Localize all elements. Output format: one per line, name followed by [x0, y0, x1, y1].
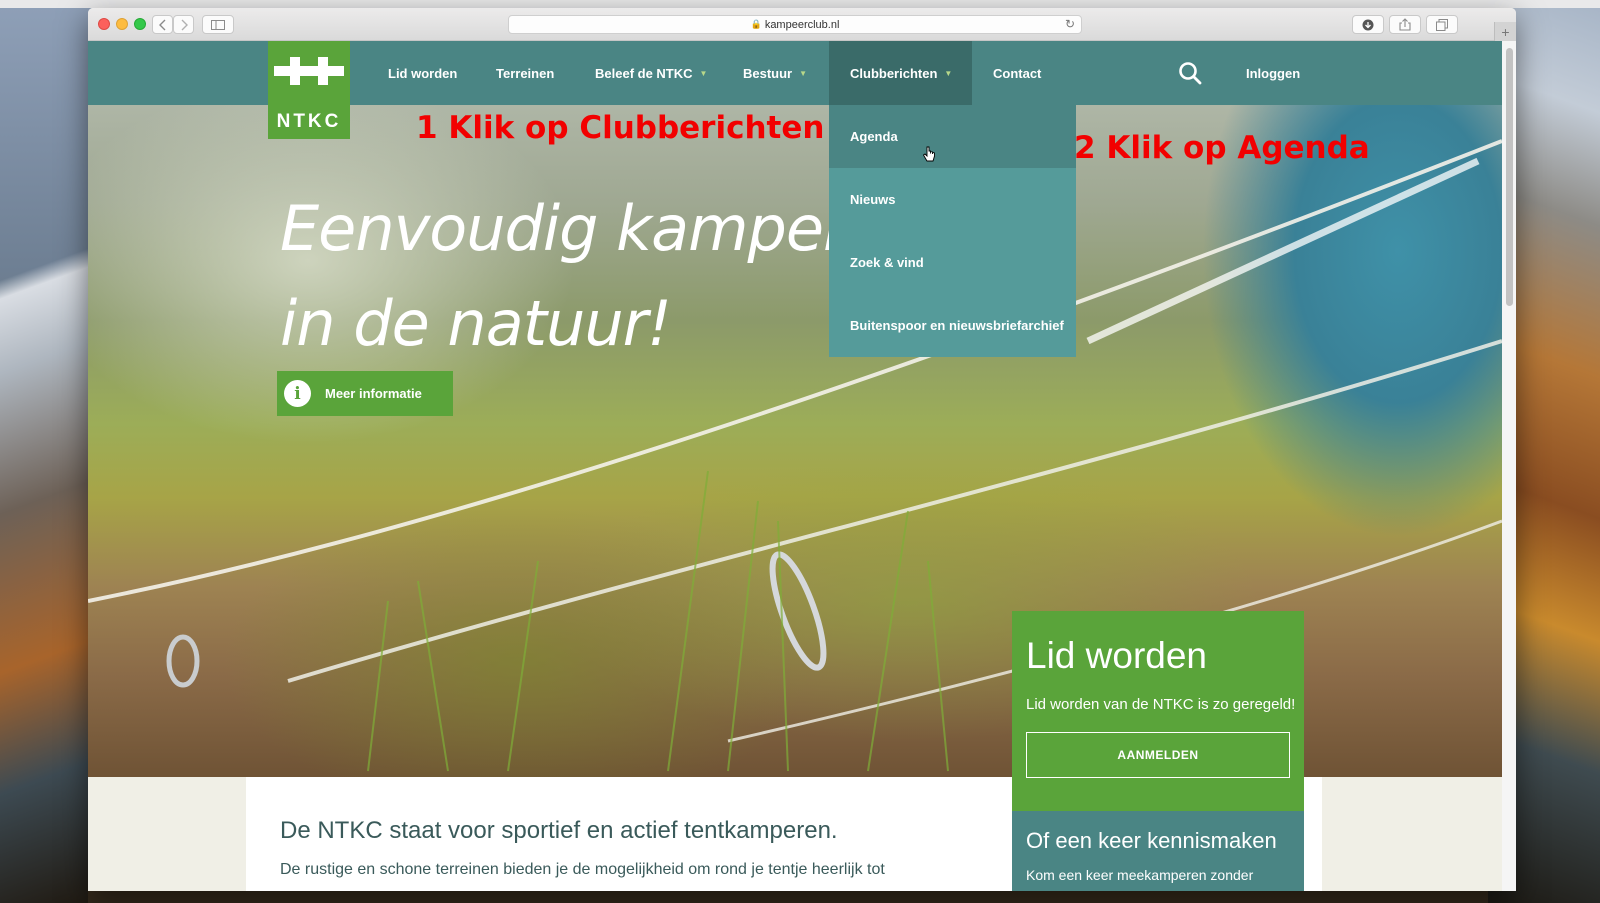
login-label: Inloggen: [1246, 65, 1301, 81]
info-icon: i: [284, 380, 311, 407]
website-viewport: Lid worden Terreinen Beleef de NTKC ▼ Be…: [88, 41, 1502, 891]
browser-toolbar: 🔒 kampeerclub.nl ↻ +: [88, 8, 1516, 42]
caret-down-icon: ▼: [944, 68, 953, 78]
downloads-button[interactable]: [1352, 15, 1384, 34]
dropdown-item-label: Agenda: [850, 129, 898, 144]
sidebar-icon: [211, 19, 225, 30]
reload-icon[interactable]: ↻: [1065, 17, 1075, 31]
caret-down-icon: ▼: [799, 68, 808, 78]
tabs-icon: [1436, 18, 1448, 31]
dropdown-item-nieuws[interactable]: Nieuws: [829, 168, 1076, 231]
logo-text: NTKC: [276, 111, 342, 132]
sidebar-toggle-button[interactable]: [202, 15, 234, 34]
hero-title: Eenvoudig kamperen in de natuur!: [280, 181, 840, 381]
safari-window: 🔒 kampeerclub.nl ↻ + Lid worden Terreine…: [88, 8, 1516, 891]
nav-terreinen[interactable]: Terreinen: [475, 41, 575, 105]
address-bar[interactable]: 🔒 kampeerclub.nl ↻: [508, 15, 1082, 34]
aanmelden-button[interactable]: AANMELDEN: [1026, 732, 1290, 778]
dropdown-item-label: Nieuws: [850, 192, 896, 207]
nav-item-label: Contact: [993, 65, 1042, 81]
lock-icon: 🔒: [750, 19, 762, 29]
nav-item-label: Bestuur: [743, 65, 793, 81]
search-icon[interactable]: [1178, 61, 1202, 85]
dropdown-item-label: Buitenspoor en nieuwsbriefarchief: [850, 318, 1064, 333]
annotation-step-1: 1 Klik op Clubberichten: [416, 110, 825, 146]
nav-item-label: Clubberichten: [850, 65, 938, 81]
desktop-wallpaper-left: [0, 0, 88, 903]
meet-title: Of een keer kennismaken: [1026, 828, 1277, 853]
content-title: De NTKC staat voor sportief en actief te…: [280, 817, 838, 844]
dropdown-item-buitenspoor[interactable]: Buitenspoor en nieuwsbriefarchief: [829, 294, 1076, 357]
hero-title-line-1: Eenvoudig kamperen: [280, 192, 840, 265]
login-link[interactable]: Inloggen: [1225, 41, 1321, 105]
clubberichten-dropdown: Agenda Nieuws Zoek & vind Buitenspoor en…: [829, 105, 1076, 357]
plus-icon: +: [1501, 24, 1510, 40]
minimize-window-button[interactable]: [116, 18, 128, 30]
share-button[interactable]: [1389, 15, 1421, 34]
url-text: kampeerclub.nl: [764, 18, 840, 31]
dropdown-item-agenda[interactable]: Agenda: [829, 105, 1076, 168]
chevron-right-icon: [181, 19, 188, 30]
forward-button[interactable]: [173, 15, 194, 34]
content-text: De rustige en schone terreinen bieden je…: [280, 861, 885, 878]
zoom-window-button[interactable]: [134, 18, 146, 30]
new-tab-button[interactable]: +: [1494, 22, 1516, 42]
nav-contact[interactable]: Contact: [972, 41, 1062, 105]
tent-pegs-logo-icon: [274, 57, 344, 85]
nav-item-label: Lid worden: [388, 65, 458, 81]
download-icon: [1362, 19, 1374, 30]
join-text: Lid worden van de NTKC is zo geregeld!: [1026, 696, 1296, 713]
annotation-step-2: 2 Klik op Agenda: [1074, 130, 1370, 166]
nav-bestuur[interactable]: Bestuur ▼: [722, 41, 828, 105]
share-icon: [1399, 18, 1411, 31]
back-button[interactable]: [152, 15, 173, 34]
hero-title-line-2: in de natuur!: [280, 287, 672, 360]
nav-item-label: Terreinen: [496, 65, 555, 81]
join-title: Lid worden: [1026, 635, 1208, 676]
dropdown-item-zoek-vind[interactable]: Zoek & vind: [829, 231, 1076, 294]
close-window-button[interactable]: [98, 18, 110, 30]
nav-lid-worden[interactable]: Lid worden: [367, 41, 478, 105]
chevron-left-icon: [158, 19, 165, 30]
macos-menubar: [0, 0, 1600, 8]
kennismaken-box: Of een keer kennismaken Kom een keer mee…: [1012, 811, 1304, 891]
info-button-label: Meer informatie: [325, 386, 422, 401]
caret-down-icon: ▼: [699, 68, 708, 78]
nav-clubberichten[interactable]: Clubberichten ▼: [829, 41, 972, 105]
ntkc-logo[interactable]: NTKC: [268, 41, 350, 139]
nav-item-label: Beleef de NTKC: [595, 65, 693, 81]
hand-cursor-icon: [922, 146, 935, 162]
tabs-overview-button[interactable]: [1426, 15, 1458, 34]
dropdown-item-label: Zoek & vind: [850, 255, 924, 270]
nav-beleef-de-ntkc[interactable]: Beleef de NTKC ▼: [574, 41, 728, 105]
scrollbar-thumb[interactable]: [1506, 48, 1513, 306]
meet-text: Kom een keer meekamperen zonder: [1026, 867, 1254, 883]
lid-worden-box: Lid worden Lid worden van de NTKC is zo …: [1012, 611, 1304, 811]
